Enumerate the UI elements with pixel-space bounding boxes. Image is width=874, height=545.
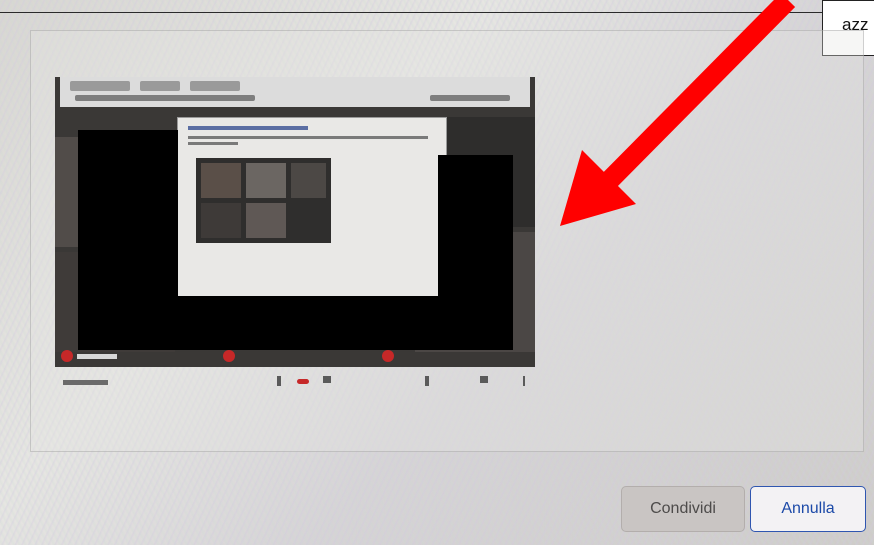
cancel-button[interactable]: Annulla bbox=[750, 486, 866, 532]
annotation-arrow-icon bbox=[560, 0, 796, 226]
share-button[interactable]: Condividi bbox=[621, 486, 745, 532]
